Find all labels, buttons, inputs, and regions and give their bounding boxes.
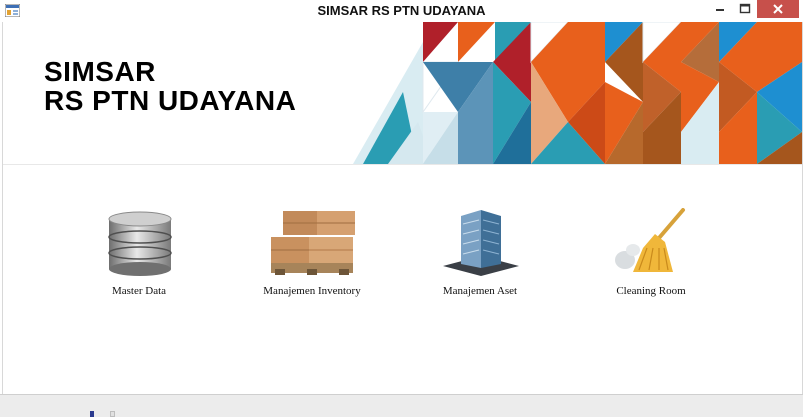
close-button[interactable]	[757, 0, 799, 18]
title-bar: SIMSAR RS PTN UDAYANA	[0, 0, 803, 22]
banner-title: SIMSAR RS PTN UDAYANA	[44, 57, 296, 115]
strip-marker	[90, 411, 94, 417]
main-form: SIMSAR RS PTN UDAYANA Master Data Manaje…	[2, 22, 803, 412]
maximize-button[interactable]	[734, 0, 756, 18]
close-icon	[773, 4, 783, 14]
cleaning-room-label: Cleaning Room	[616, 285, 686, 297]
header-banner: SIMSAR RS PTN UDAYANA	[3, 22, 802, 164]
manajemen-inventory-label: Manajemen Inventory	[263, 285, 361, 297]
master-data-label: Master Data	[111, 285, 167, 297]
building-icon	[443, 210, 519, 276]
minimize-icon	[716, 9, 724, 11]
banner-title-line1: SIMSAR	[44, 56, 156, 87]
window-title: SIMSAR RS PTN UDAYANA	[317, 3, 486, 18]
banner-divider	[3, 164, 802, 165]
database-icon	[108, 211, 172, 276]
broom-icon	[615, 208, 685, 272]
maximize-icon	[739, 3, 751, 14]
status-strip	[0, 394, 803, 417]
banner-title-line2: RS PTN UDAYANA	[44, 85, 297, 116]
strip-marker	[110, 411, 115, 417]
boxes-pallet-icon	[271, 211, 355, 275]
manajemen-aset-label: Manajemen Aset	[442, 285, 518, 297]
banner-mosaic-image	[353, 22, 802, 164]
minimize-button[interactable]	[706, 0, 734, 18]
